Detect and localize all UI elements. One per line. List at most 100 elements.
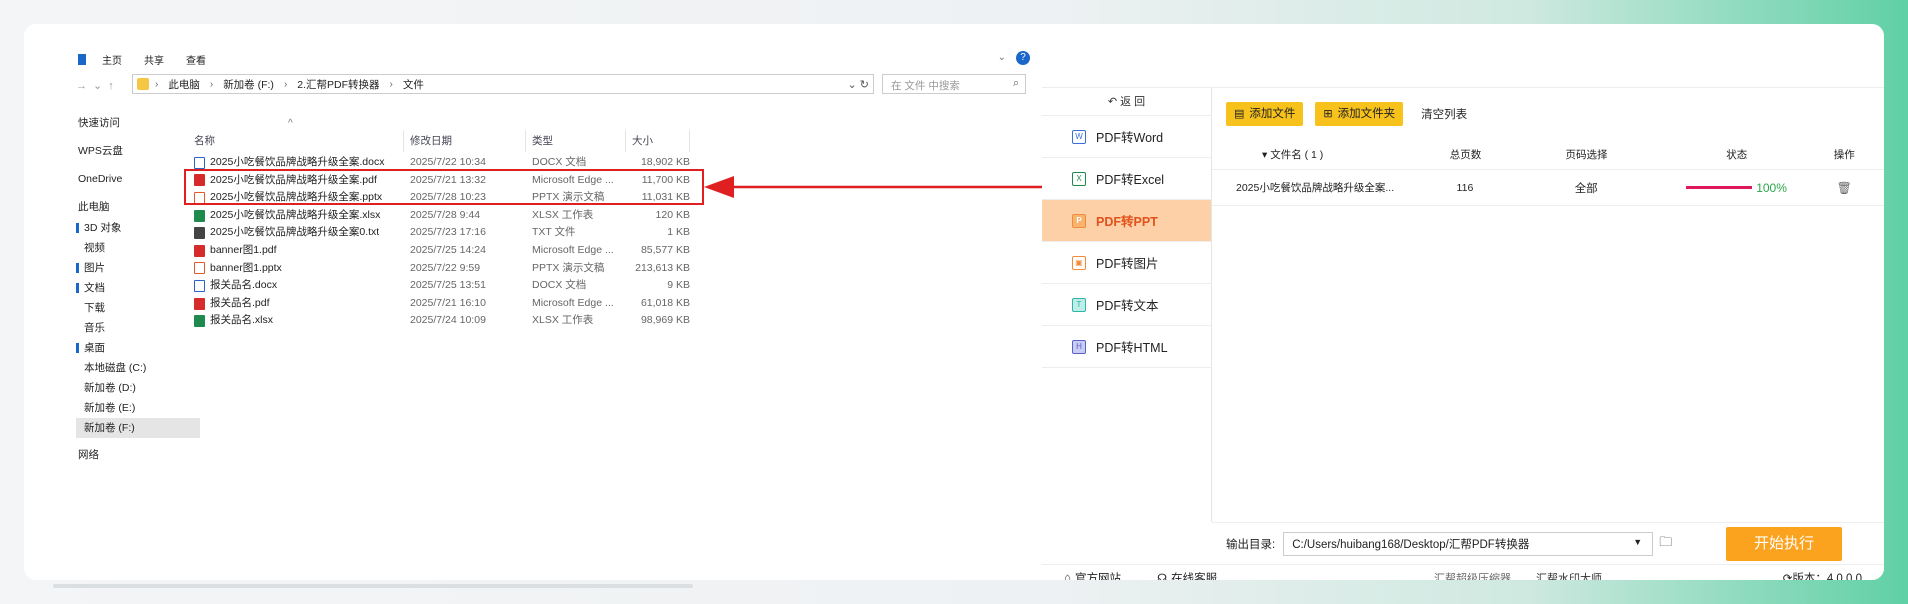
nav-item-label: PDF转Excel	[1096, 173, 1165, 187]
column-name[interactable]: 名称	[188, 130, 404, 152]
ribbon-tab-share[interactable]: 共享	[144, 52, 164, 67]
sidebar-item-label: 视频	[84, 242, 105, 254]
sidebar-item-label: 下载	[84, 302, 105, 314]
official-site-label: 官方网站	[1074, 572, 1121, 581]
back-button[interactable]: ↶ 返 回	[1042, 88, 1211, 116]
ribbon: 主页 共享 查看 ⌄ ?	[52, 48, 1040, 70]
nav-item-label: PDF转文本	[1096, 299, 1159, 313]
sidebar-item[interactable]: 下载	[76, 298, 200, 318]
horizontal-scrollbar[interactable]	[53, 584, 693, 588]
add-folder-label: 添加文件夹	[1337, 108, 1396, 120]
sidebar-item[interactable]: 音乐	[76, 318, 200, 338]
delete-button[interactable]: 🗑	[1804, 181, 1884, 195]
sidebar-item-label: 新加卷 (F:)	[84, 422, 135, 434]
converter-nav: ↶ 返 回 W PDF转Word X PDF转Excel P PDF转PPT ▣ PDF转图片…	[1042, 88, 1212, 522]
file-date: 2025/7/28 9:44	[410, 208, 481, 221]
file-row[interactable]: banner图1.pdf 2025/7/25 14:24 Microsoft Edg…	[188, 242, 690, 260]
file-name-cell: 2025小吃餐饮品牌战略升级全案.xlsx	[188, 207, 404, 225]
file-name-cell: banner图1.pdf	[188, 242, 404, 260]
xlsx-file-icon	[194, 209, 205, 222]
file-size: 213,613 KB	[635, 261, 690, 274]
sidebar-item[interactable]: 新加卷 (F:)	[76, 418, 200, 438]
file-name: 报关品名.xlsx	[210, 314, 273, 327]
breadcrumb-drive-f[interactable]: 新加卷 (F:)	[223, 77, 274, 92]
nav-item[interactable]: X PDF转Excel	[1042, 158, 1211, 200]
sidebar-item[interactable]: OneDrive	[76, 168, 200, 190]
compressor-link[interactable]: 汇帮超级压缩器	[1434, 570, 1511, 581]
chevron-down-icon[interactable]: ⌄	[998, 52, 1006, 63]
watermark-link[interactable]: 汇帮水印大师	[1536, 570, 1602, 581]
navigation-arrows[interactable]: →⌄↑	[76, 79, 120, 92]
nav-item-label: PDF转HTML	[1096, 341, 1168, 355]
nav-item[interactable]: ▣ PDF转图片	[1042, 242, 1211, 284]
refresh-icon[interactable]: ⌄ ↻	[848, 78, 870, 91]
output-path-select[interactable]: C:/Users/huibang168/Desktop/汇帮PDF转换器 ▼	[1283, 531, 1654, 556]
refresh-icon: ⟳	[1782, 572, 1793, 581]
online-service-link[interactable]: ☊ 在线客服	[1157, 570, 1217, 581]
version-info[interactable]: ⟳ 版本：4.0.0.0	[1783, 570, 1862, 581]
sidebar-item[interactable]: 快速访问	[76, 112, 200, 134]
breadcrumb-files[interactable]: 文件	[403, 77, 424, 92]
ribbon-tab-home[interactable]: 主页	[102, 52, 122, 67]
sidebar-item[interactable]: 新加卷 (E:)	[76, 398, 200, 418]
sidebar-item[interactable]: 视频	[76, 238, 200, 258]
breadcrumb-this-pc[interactable]: 此电脑	[168, 77, 200, 92]
file-name-cell: 报关品名.xlsx	[188, 312, 404, 330]
header-range: 页码选择	[1565, 149, 1608, 161]
sidebar-item[interactable]: WPS云盘	[76, 140, 200, 162]
nav-item[interactable]: T PDF转文本	[1042, 284, 1211, 326]
nav-item[interactable]: P PDF转PPT	[1042, 200, 1211, 242]
sidebar-item[interactable]: 本地磁盘 (C:)	[76, 358, 200, 378]
nav-item[interactable]: W PDF转Word	[1042, 116, 1211, 158]
add-file-button[interactable]: ▤ 添加文件	[1226, 102, 1304, 126]
sidebar-item[interactable]: 文档	[76, 278, 200, 298]
add-folder-button[interactable]: ⊞ 添加文件夹	[1315, 102, 1404, 126]
clear-list-button[interactable]: 清空列表	[1421, 106, 1467, 122]
home-icon: ⌂	[1064, 571, 1071, 581]
breadcrumb-app-folder[interactable]: 2.汇帮PDF转换器	[297, 77, 379, 92]
file-row[interactable]: 2025小吃餐饮品牌战略升级全案.xlsx 2025/7/28 9:44 XLSX …	[188, 207, 690, 225]
app-titlebar	[1042, 48, 1884, 88]
sidebar-item[interactable]: 新加卷 (D:)	[76, 378, 200, 398]
chevron-right-icon: ›	[209, 78, 214, 90]
file-row[interactable]: 报关品名.docx 2025/7/25 13:51 DOCX 文档 9 KB	[188, 277, 690, 295]
address-bar[interactable]: › 此电脑 › 新加卷 (F:) › 2.汇帮PDF转换器 › 文件 ⌄ ↻	[132, 74, 874, 94]
file-explorer-window: 主页 共享 查看 ⌄ ? →⌄↑ › 此电脑 › 新加卷 (F:) › 2.汇帮…	[52, 48, 1040, 574]
sidebar-item-label: 新加卷 (E:)	[84, 402, 136, 414]
column-date[interactable]: 修改日期	[404, 130, 526, 152]
progress-percent: 100%	[1756, 180, 1787, 195]
output-path-value: C:/Users/huibang168/Desktop/汇帮PDF转换器	[1292, 538, 1530, 551]
file-row[interactable]: 报关品名.pdf 2025/7/21 16:10 Microsoft Edge ..…	[188, 295, 690, 313]
file-type: TXT 文件	[532, 226, 576, 239]
file-row[interactable]: banner图1.pptx 2025/7/22 9:59 PPTX 演示文稿 213,…	[188, 260, 690, 278]
back-icon: ↶	[1107, 96, 1121, 108]
ribbon-tab-view[interactable]: 查看	[186, 52, 206, 67]
docx-file-icon	[194, 156, 205, 169]
nav-item[interactable]: H PDF转HTML	[1042, 326, 1211, 368]
search-input[interactable]: 在 文件 中搜索 ⌕	[882, 74, 1026, 94]
sidebar-item-label: 文档	[84, 282, 105, 294]
sidebar-item[interactable]: 3D 对象	[76, 218, 200, 238]
header-filename[interactable]: ▾ 文件名 ( 1 )	[1212, 147, 1427, 162]
sidebar-item[interactable]: 网络	[76, 444, 200, 466]
row-range[interactable]: 全部	[1504, 180, 1669, 196]
start-button[interactable]: 开始执行	[1726, 527, 1842, 561]
sidebar-item-label: 新加卷 (D:)	[84, 382, 136, 394]
sidebar-item-label: 此电脑	[78, 201, 110, 213]
column-type[interactable]: 类型	[526, 130, 626, 152]
sidebar-item[interactable]: 图片	[76, 258, 200, 278]
open-folder-icon[interactable]: 🗀	[1659, 533, 1672, 555]
file-name-cell: 2025小吃餐饮品牌战略升级全案0.txt	[188, 224, 404, 242]
sidebar-item[interactable]: 此电脑	[76, 196, 200, 218]
file-row[interactable]: 2025小吃餐饮品牌战略升级全案0.txt 2025/7/23 17:16 TXT …	[188, 224, 690, 242]
file-table-row[interactable]: 2025小吃餐饮品牌战略升级全案... 116 全部 100% 🗑	[1212, 170, 1884, 206]
column-size[interactable]: 大小	[626, 130, 690, 152]
official-site-link[interactable]: ⌂ 官方网站	[1064, 570, 1121, 581]
file-row[interactable]: 报关品名.xlsx 2025/7/24 10:09 XLSX 工作表 98,969 K…	[188, 312, 690, 330]
header-pages: 总页数	[1449, 149, 1482, 161]
nav-item-label: PDF转图片	[1096, 257, 1159, 271]
help-icon[interactable]: ?	[1016, 51, 1030, 65]
file-date: 2025/7/22 9:59	[410, 261, 481, 274]
sidebar-item[interactable]: 桌面	[76, 338, 200, 358]
header-status: 状态	[1726, 149, 1748, 161]
